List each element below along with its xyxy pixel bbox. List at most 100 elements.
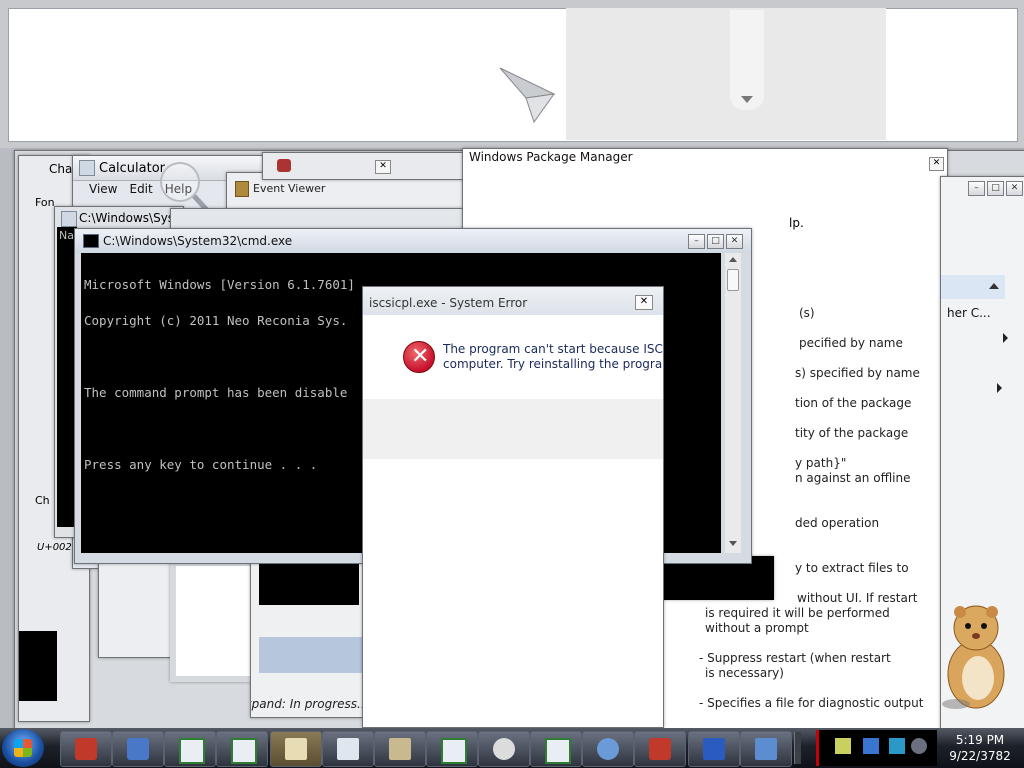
submenu-arrow-2 [997, 383, 1002, 393]
system-error-dialog[interactable]: iscsicpl.exe - System Error ✕ ✕ The prog… [362, 286, 664, 728]
black-block [19, 631, 57, 701]
unicode-label: U+002 [37, 542, 72, 553]
pkg-line-2: s) specified by name [795, 366, 920, 380]
error-close-button[interactable]: ✕ [635, 295, 653, 310]
error-icon: ✕ [403, 341, 435, 373]
expand-status: Expand: In progress... [250, 697, 369, 711]
tray-icon-2[interactable] [863, 738, 879, 754]
lower-window-3-black [259, 561, 359, 605]
error-message-line-2: computer. Try reinstalling the program t… [443, 357, 663, 371]
taskbar-network-button[interactable] [740, 731, 792, 767]
taskbar-disc-button[interactable] [478, 731, 530, 767]
right-window-controls: – □ ✕ [968, 181, 1023, 196]
error-message: The program can't start because ISCSIEXE… [443, 342, 663, 372]
pkg-line-4: tity of the package [795, 426, 909, 440]
scroll-column [566, 8, 886, 140]
cmd-title: C:\Windows\System32\cmd.exe [103, 234, 293, 248]
taskbar-window-button-1[interactable] [164, 731, 216, 767]
taskbar-separator [794, 732, 801, 764]
taskbar-clipboard-button[interactable] [374, 731, 426, 767]
right-window-item[interactable]: her C... [947, 306, 991, 320]
clock-time: 5:19 PM [955, 733, 1005, 747]
taskbar-window-button-2[interactable] [216, 731, 268, 767]
cmd-titlebar: C:\Windows\System32\cmd.exe – □ ✕ [75, 229, 751, 253]
tray-area [816, 730, 937, 766]
charmap-title: Cha [49, 162, 73, 176]
taskbar-search-button[interactable] [582, 731, 634, 767]
dropdown-arrow[interactable] [730, 10, 764, 110]
window-icon [231, 738, 257, 764]
pkg-line-14: - Specifies a file for diagnostic output [699, 696, 924, 710]
pkg-line-9: without UI. If restart [797, 591, 918, 605]
error-message-line-1: The program can't start because ISCSIEXE [443, 342, 663, 356]
small-dialog-icon [277, 159, 291, 172]
top-blank-panel [0, 0, 1024, 148]
taskbar: 5:19 PM 9/22/3782 [0, 728, 1024, 768]
add-icon [337, 738, 359, 760]
scroll-down-arrow[interactable] [729, 541, 737, 546]
taskbar-add-button[interactable] [322, 731, 374, 767]
pkg-line-0: (s) [799, 306, 815, 320]
explorer-title: C:\Windows\Syst [79, 211, 179, 225]
pkg-line-10: is required it will be performed [705, 606, 890, 620]
taskbar-monitor-button[interactable] [688, 731, 740, 767]
pkg-line-7: ded operation [795, 516, 880, 530]
taskbar-window-button-4[interactable] [530, 731, 582, 767]
scroll-thumb[interactable] [727, 269, 739, 291]
disc-icon [493, 738, 515, 760]
clock-date: 9/22/3782 [949, 749, 1011, 763]
tray-icon-4[interactable] [911, 738, 927, 754]
taskbar-font-button[interactable] [112, 731, 164, 767]
toolbox-icon [649, 738, 671, 760]
cmd-icon [83, 234, 99, 248]
calculator-icon [79, 160, 95, 176]
label-char: Ch [35, 494, 50, 507]
lower-window-3[interactable]: Expand: In progress... [250, 556, 372, 718]
small-dialog-close-button[interactable]: ✕ [375, 160, 391, 174]
explorer-na-label: Na [59, 229, 74, 242]
label-font: Fon [35, 196, 55, 209]
maximize-icon[interactable]: □ [707, 234, 724, 249]
clock[interactable]: 5:19 PM 9/22/3782 [940, 732, 1020, 764]
window-icon [179, 738, 205, 764]
tray-icon-1[interactable] [835, 738, 851, 754]
submenu-arrow-1 [1003, 333, 1008, 343]
minimize-icon[interactable]: – [688, 234, 705, 249]
pkg-line-11: without a prompt [705, 621, 809, 635]
right-window-header [941, 275, 1005, 299]
pkg-line-5: y path}" [795, 456, 847, 470]
start-button[interactable] [2, 729, 44, 767]
small-dialog-window[interactable]: ✕ [262, 152, 464, 180]
printer-icon [285, 738, 307, 760]
network-icon [755, 738, 777, 760]
close-icon[interactable]: ✕ [1006, 181, 1023, 196]
clipboard-icon [389, 738, 411, 760]
pkg-line-12: - Suppress restart (when restart [699, 651, 891, 665]
menu-edit[interactable]: Edit [129, 182, 152, 196]
taskbar-printer-button[interactable] [270, 731, 322, 767]
taskbar-toolbox-button-2[interactable] [634, 731, 686, 767]
close-icon[interactable]: ✕ [726, 234, 743, 249]
window-icon [545, 738, 571, 764]
pkg-line-13: is necessary) [705, 666, 784, 680]
tray-icon-3[interactable] [889, 738, 905, 754]
minimize-icon[interactable]: – [968, 181, 985, 196]
taskbar-toolbox-button[interactable] [60, 731, 112, 767]
scroll-up-arrow[interactable] [729, 257, 737, 262]
search-icon [597, 738, 619, 760]
menu-view[interactable]: View [89, 182, 117, 196]
pkg-line-6: n against an offline [795, 471, 911, 485]
explorer-icon [61, 211, 77, 227]
maximize-icon[interactable]: □ [987, 181, 1004, 196]
pkg-line-1: pecified by name [799, 336, 903, 350]
lower-window-3-blue [259, 637, 363, 673]
font-icon [127, 738, 149, 760]
console-scrollbar[interactable] [725, 253, 741, 553]
taskbar-window-button-3[interactable] [426, 731, 478, 767]
window-icon [441, 738, 467, 764]
error-titlebar: iscsicpl.exe - System Error ✕ [363, 287, 663, 315]
pkg-line-3: tion of the package [795, 396, 912, 410]
pkg-line-8: y to extract files to [795, 561, 909, 575]
hamster-icon [942, 605, 1005, 709]
event-viewer-icon [235, 181, 249, 197]
